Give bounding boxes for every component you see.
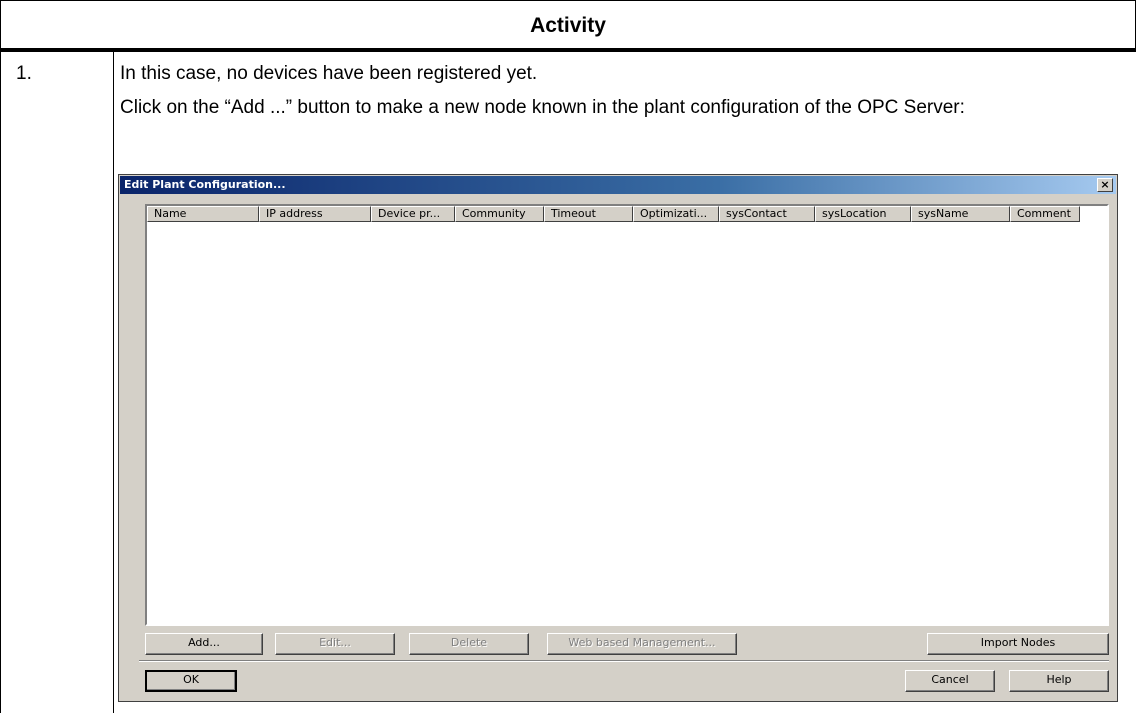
dialog-title: Edit Plant Configuration... [124,178,286,191]
help-button[interactable]: Help [1009,670,1109,692]
table-column-divider [113,52,114,713]
import-nodes-label: Import Nodes [980,636,1056,649]
column-header-timeout[interactable]: Timeout [544,206,633,222]
device-list[interactable]: Name IP address Device pr... Community T… [145,204,1109,626]
table-header: Activity [0,0,1136,52]
web-based-management-label: Web based Management... [568,636,716,649]
column-headers: Name IP address Device pr... Community T… [147,206,1107,224]
add-button[interactable]: Add... [145,633,263,655]
ok-button[interactable]: OK [145,670,237,692]
column-header-syscontact[interactable]: sysContact [719,206,815,222]
column-header-ip-address[interactable]: IP address [259,206,371,222]
table-border-left [0,0,1,713]
dialog-separator [139,660,1109,662]
add-button-label: Add... [188,636,220,649]
column-header-device-profile[interactable]: Device pr... [371,206,455,222]
column-header-optimization[interactable]: Optimizati... [633,206,719,222]
edit-plant-configuration-dialog: Edit Plant Configuration... × Name IP ad… [118,174,1118,702]
column-header-sysname[interactable]: sysName [911,206,1010,222]
close-icon[interactable]: × [1097,178,1113,192]
cancel-button[interactable]: Cancel [905,670,995,692]
column-header-community[interactable]: Community [455,206,544,222]
column-header-comment[interactable]: Comment [1010,206,1080,222]
web-based-management-button[interactable]: Web based Management... [547,633,737,655]
import-nodes-button[interactable]: Import Nodes [927,633,1109,655]
instruction-text-2: Click on the “Add ...” button to make a … [120,97,965,118]
edit-button[interactable]: Edit... [275,633,395,655]
column-header-syslocation[interactable]: sysLocation [815,206,911,222]
delete-button[interactable]: Delete [409,633,529,655]
cancel-button-label: Cancel [931,673,969,686]
delete-button-label: Delete [450,636,488,649]
ok-button-label: OK [183,673,199,686]
help-button-label: Help [1046,673,1072,686]
edit-button-label: Edit... [319,636,351,649]
step-number: 1. [16,63,32,84]
column-header-name[interactable]: Name [147,206,259,222]
dialog-titlebar: Edit Plant Configuration... × [120,176,1116,194]
instruction-text-1: In this case, no devices have been regis… [120,63,538,84]
